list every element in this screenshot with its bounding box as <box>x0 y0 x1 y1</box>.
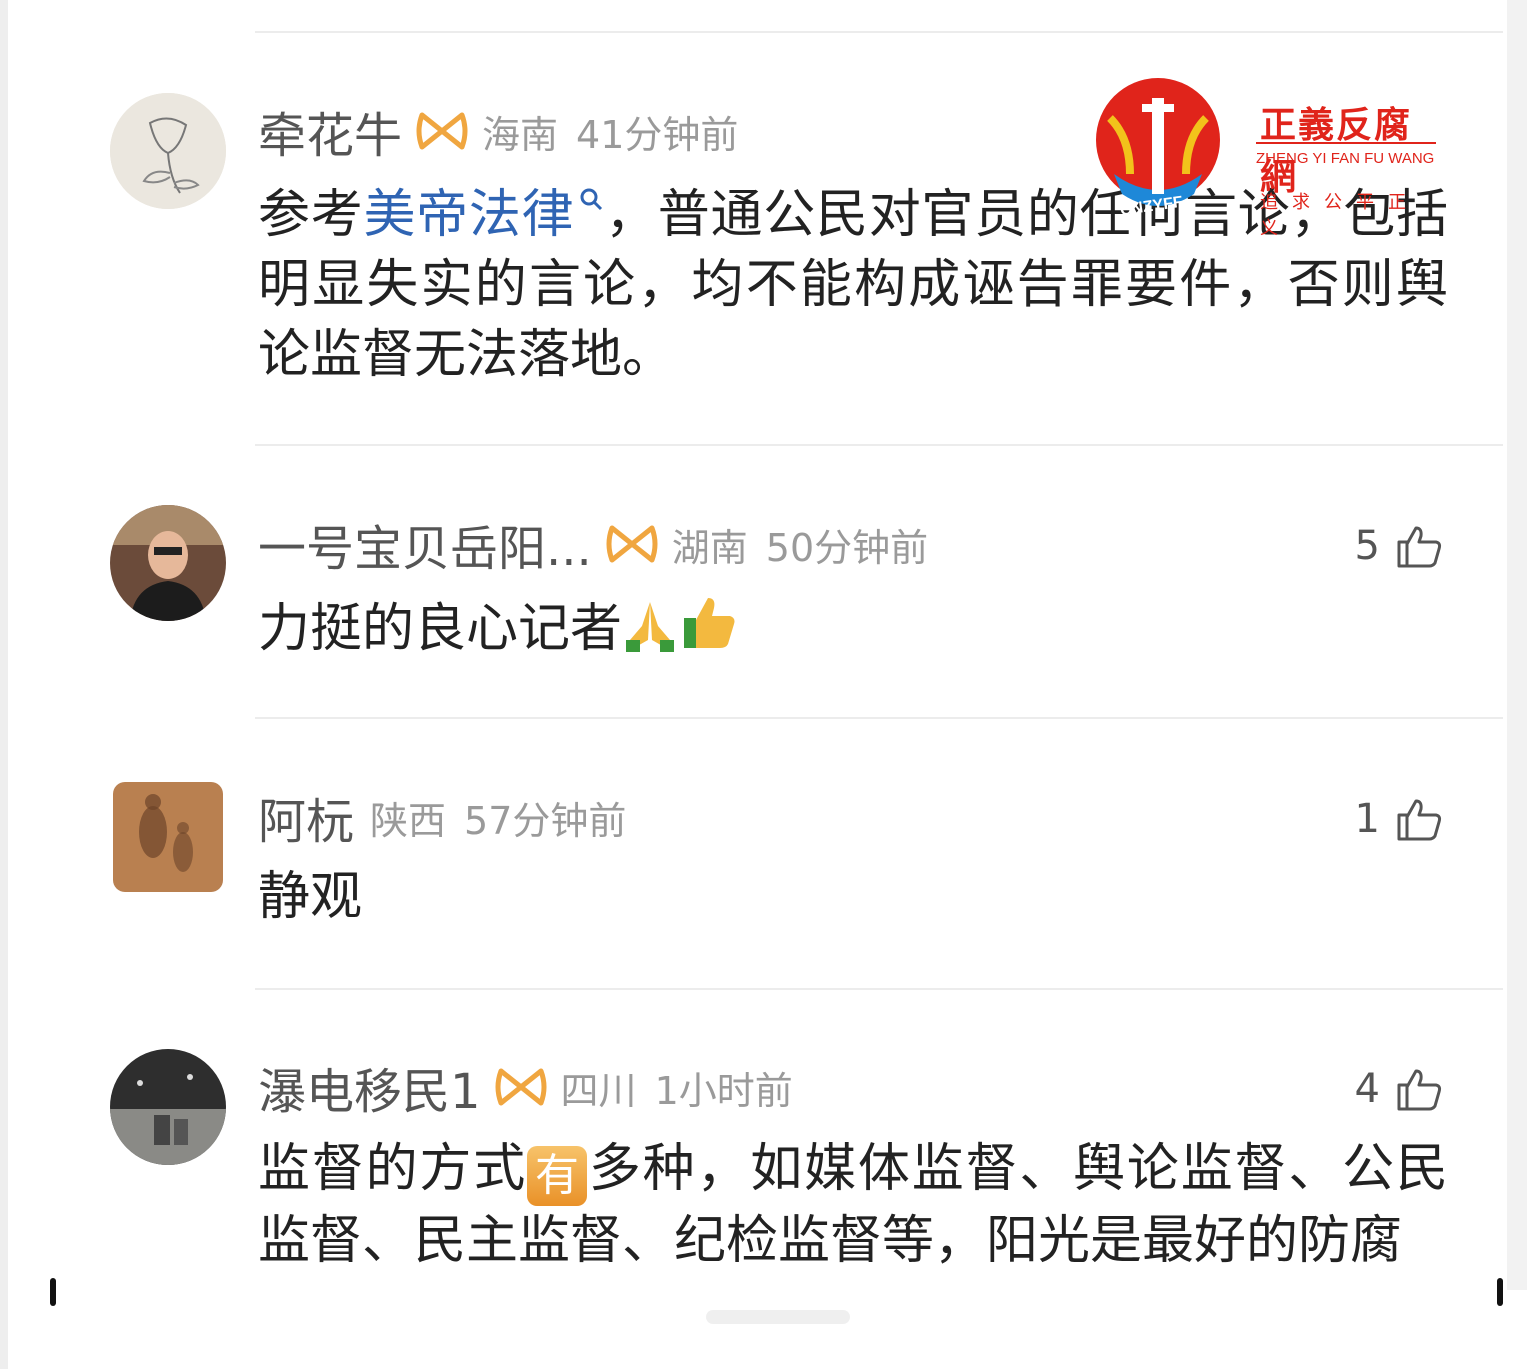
praying-hands-icon <box>626 602 675 652</box>
like-count: 5 <box>1354 523 1380 569</box>
home-indicator[interactable] <box>706 1310 850 1324</box>
comment-text: 力挺的良心记者 <box>258 592 1448 664</box>
avatar[interactable] <box>110 1049 226 1165</box>
username[interactable]: 牵花牛 <box>258 96 402 166</box>
vip-badge-icon <box>495 1065 547 1109</box>
like-button[interactable]: 5 <box>1355 511 1442 581</box>
inline-emoji-badge: 有 <box>527 1146 588 1206</box>
username[interactable]: 瀑电移民1 <box>258 1052 481 1122</box>
watermark-logo: CNZYFF 正義反腐網 ZHENG YI FAN FU WANG 追求公平正义 <box>1090 78 1440 239</box>
avatar[interactable] <box>110 93 226 209</box>
divider <box>255 988 1503 990</box>
watermark-slogan: 追求公平正义 <box>1260 192 1420 239</box>
thumbs-up-icon <box>1397 799 1442 841</box>
like-count: 4 <box>1354 1066 1380 1112</box>
divider <box>255 717 1503 719</box>
topic-link[interactable]: 美帝法律 <box>363 185 604 245</box>
vip-badge-icon <box>416 109 468 153</box>
topic-link-label: 美帝法律 <box>363 185 575 245</box>
vip-badge-icon <box>606 522 658 566</box>
avatar[interactable] <box>110 505 226 621</box>
like-button[interactable]: 1 <box>1355 784 1442 854</box>
watermark-subtitle: ZHENG YI FAN FU WANG <box>1256 150 1435 167</box>
location: 陕西 <box>370 798 447 843</box>
comment-meta: 阿杬 陕西 57分钟前 <box>258 782 626 852</box>
thumbs-up-icon <box>1397 526 1442 568</box>
avatar[interactable] <box>113 782 223 892</box>
location: 海南 <box>482 112 559 157</box>
comment-text: 监督的方式有多种，如媒体监督、舆论监督、公民监督、民主监督、纪检监督等，阳光是最… <box>258 1134 1448 1276</box>
watermark-title: 正義反腐網 <box>1260 104 1413 198</box>
timestamp: 41分钟前 <box>576 112 739 157</box>
screen-corner <box>1497 1278 1503 1306</box>
thumbs-up-icon <box>1397 1069 1442 1111</box>
timestamp: 57分钟前 <box>464 798 627 843</box>
location: 四川 <box>560 1068 637 1113</box>
comment-text-part: 力挺的良心记者 <box>258 599 623 659</box>
comment-text-part: 参考 <box>258 185 364 245</box>
comment-meta: 牵花牛 海南 41分钟前 <box>258 96 738 166</box>
thumbs-up-emoji-icon <box>684 598 735 648</box>
timestamp: 50分钟前 <box>765 525 929 570</box>
watermark-rule <box>1256 142 1436 144</box>
comment-text: 静观 <box>258 867 363 927</box>
timestamp: 1小时前 <box>654 1068 793 1113</box>
right-edge <box>1507 0 1527 1290</box>
like-count: 1 <box>1354 796 1380 842</box>
comment-meta: 一号宝贝岳阳... 湖南 50分钟前 <box>258 509 928 579</box>
search-icon <box>580 188 603 211</box>
divider <box>255 444 1503 446</box>
screen-corner <box>50 1278 56 1306</box>
comment-text-part: 监督的方式 <box>258 1139 528 1199</box>
username[interactable]: 一号宝贝岳阳... <box>258 509 592 579</box>
like-button[interactable]: 4 <box>1355 1054 1442 1124</box>
divider <box>255 31 1503 33</box>
location: 湖南 <box>671 525 748 570</box>
username[interactable]: 阿杬 <box>258 782 354 852</box>
comment-meta: 瀑电移民1 四川 1小时前 <box>258 1052 793 1122</box>
left-edge <box>0 0 8 1369</box>
